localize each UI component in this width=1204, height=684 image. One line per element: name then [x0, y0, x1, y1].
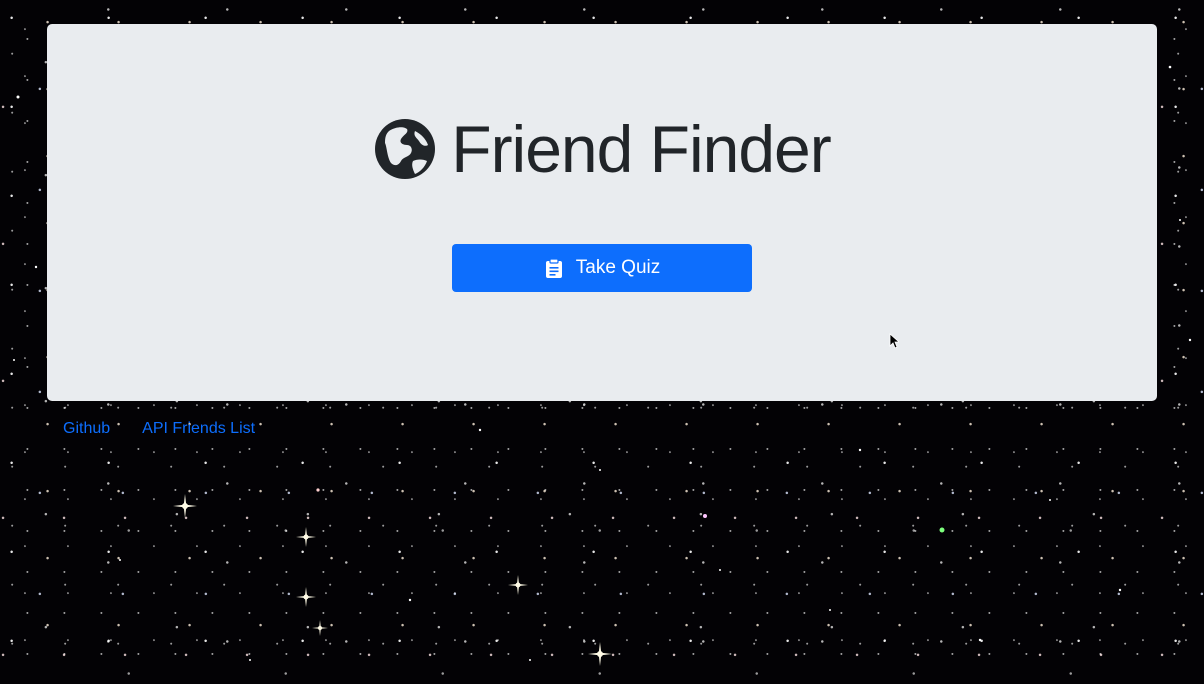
take-quiz-button[interactable]: Take Quiz [452, 244, 752, 292]
mouse-cursor-icon [889, 333, 899, 349]
take-quiz-label: Take Quiz [575, 257, 661, 278]
api-friends-list-link[interactable]: API Friends List [142, 420, 255, 438]
page-title: Friend Finder [47, 116, 1157, 182]
footer-links: Github API Friends List [63, 420, 255, 438]
title-text: Friend Finder [451, 112, 831, 186]
github-link[interactable]: Github [63, 420, 110, 438]
hero-panel: Friend Finder Take Quiz [47, 24, 1157, 401]
globe-icon [375, 119, 436, 179]
clipboard-icon [545, 258, 562, 278]
